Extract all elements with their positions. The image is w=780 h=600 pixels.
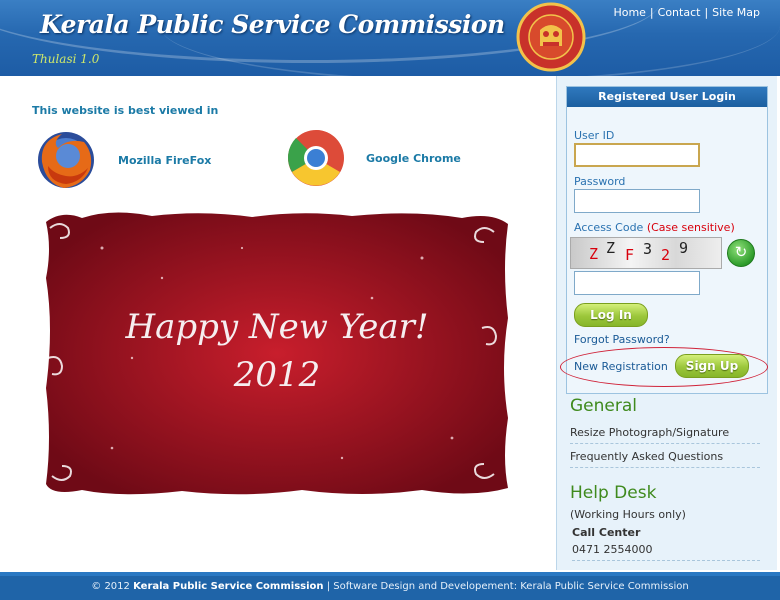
resize-photo-link[interactable]: Resize Photograph/Signature (570, 426, 760, 444)
captcha-char: F (625, 246, 639, 264)
userid-label: User ID (574, 129, 615, 142)
card-year: 2012 (233, 355, 321, 395)
chrome-item[interactable]: Google Chrome (286, 128, 461, 188)
userid-input[interactable] (574, 143, 700, 167)
site-title: Kerala Public Service Commission (40, 10, 505, 39)
password-input[interactable] (574, 189, 700, 213)
password-label: Password (574, 175, 626, 188)
best-viewed-heading: This website is best viewed in (32, 104, 219, 117)
call-center-label: Call Center (572, 526, 641, 539)
access-code-text: Access Code (574, 221, 644, 234)
site-header: Kerala Public Service Commission Thulasi… (0, 0, 780, 76)
thulasi-logo: Thulasi 1.0 (32, 52, 100, 66)
login-heading: Registered User Login (567, 87, 767, 107)
access-code-label: Access Code (Case sensitive) (574, 221, 735, 234)
new-registration-label: New Registration (574, 360, 668, 373)
firefox-label: Mozilla FireFox (118, 153, 212, 167)
contact-link[interactable]: Contact (658, 6, 701, 19)
firefox-icon (38, 132, 94, 188)
refresh-captcha-icon[interactable]: ↻ (727, 239, 755, 267)
login-panel: Registered User Login User ID Password A… (560, 86, 768, 394)
footer-separator: | (326, 581, 331, 592)
working-hours: (Working Hours only) (570, 508, 686, 521)
sidebar: Registered User Login User ID Password A… (556, 76, 777, 570)
top-nav: Home | Contact | Site Map (613, 6, 760, 19)
call-center-phone: 0471 2554000 (572, 543, 760, 561)
faq-link[interactable]: Frequently Asked Questions (570, 450, 760, 468)
footer-credit: Software Design and Developement: Kerala… (333, 581, 689, 592)
kpsc-emblem-icon (516, 2, 586, 72)
helpdesk-heading: Help Desk (570, 483, 657, 503)
captcha-char: 2 (661, 246, 675, 264)
captcha-char: Z (606, 239, 620, 257)
captcha-char: Z (589, 245, 603, 263)
case-sensitive-note: (Case sensitive) (646, 221, 735, 234)
captcha-image: Z Z F 3 2 9 (570, 237, 722, 269)
chrome-icon (288, 130, 344, 186)
forgot-password-link[interactable]: Forgot Password? (574, 333, 670, 346)
captcha-char: 9 (679, 239, 693, 257)
chrome-label: Google Chrome (366, 151, 461, 165)
login-button[interactable]: Log In (574, 303, 648, 327)
home-link[interactable]: Home (613, 6, 645, 19)
firefox-item[interactable]: Mozilla FireFox (34, 128, 211, 192)
footer-copyright: © 2012 (91, 581, 130, 592)
card-greeting: Happy New Year! (124, 307, 428, 347)
site-map-link[interactable]: Site Map (712, 6, 760, 19)
signup-button[interactable]: Sign Up (675, 354, 749, 378)
access-code-input[interactable] (574, 271, 700, 295)
captcha-char: 3 (643, 240, 657, 258)
new-year-card: Happy New Year! 2012 (46, 212, 508, 495)
footer-org: Kerala Public Service Commission (133, 581, 324, 592)
main-content: This website is best viewed in Mozilla F… (0, 76, 554, 570)
general-heading: General (570, 396, 637, 416)
